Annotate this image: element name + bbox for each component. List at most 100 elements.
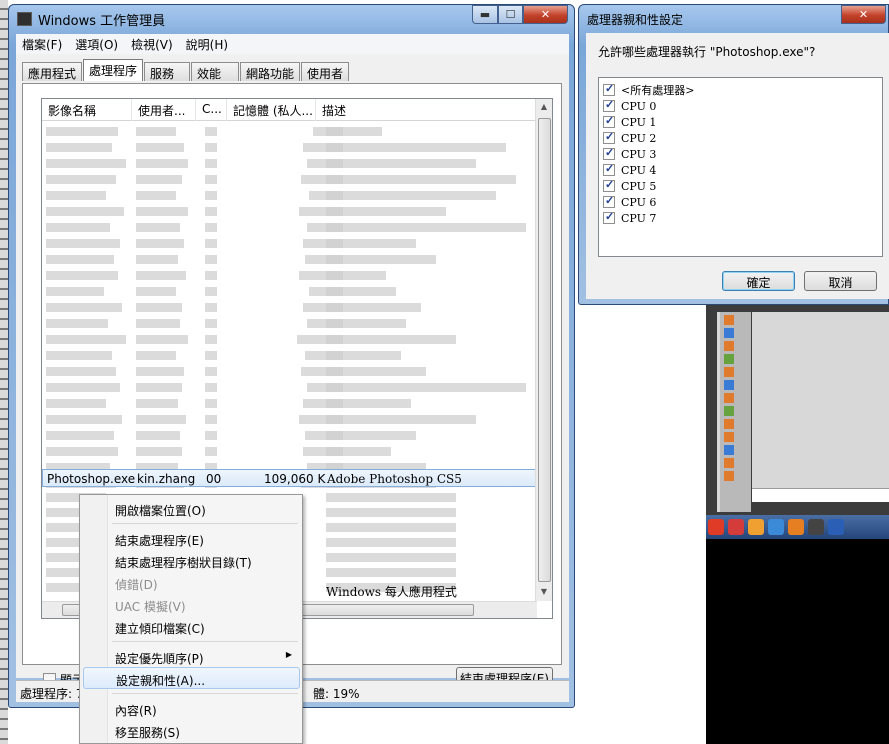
close-button[interactable]: ✕ xyxy=(523,5,568,24)
scroll-down-arrow-icon[interactable]: ▼ xyxy=(536,584,552,600)
checkbox-checked-icon[interactable] xyxy=(603,162,615,176)
menu-create-dump-file[interactable]: 建立傾印檔案(C) xyxy=(83,616,300,638)
table-row[interactable] xyxy=(42,443,537,459)
redacted-cell xyxy=(326,335,456,344)
checkbox-checked-icon[interactable] xyxy=(603,98,615,112)
table-row[interactable] xyxy=(42,411,537,427)
tab-performance[interactable]: 效能 xyxy=(191,62,240,81)
table-row[interactable] xyxy=(42,171,537,187)
redacted-cell xyxy=(326,447,391,456)
table-row[interactable] xyxy=(42,139,537,155)
table-row[interactable] xyxy=(42,235,537,251)
selected-description: Adobe Photoshop CS5 xyxy=(327,472,462,486)
menu-view[interactable]: 檢視(V) xyxy=(131,36,173,53)
table-row[interactable] xyxy=(42,331,537,347)
processor-item-cpu0[interactable]: CPU 0 xyxy=(603,98,878,114)
column-memory[interactable]: 記憶體 (私人... xyxy=(227,99,316,121)
table-row[interactable] xyxy=(42,379,537,395)
menu-end-process[interactable]: 結束處理程序(E) xyxy=(83,528,300,550)
affinity-close-button[interactable]: ✕ xyxy=(841,5,886,24)
menu-set-affinity[interactable]: 設定親和性(A)... xyxy=(83,667,300,689)
selected-process-row[interactable]: Photoshop.exe kin.zhang 00 109,060 K Ado… xyxy=(42,469,537,487)
maximize-button[interactable]: ☐ xyxy=(498,5,523,24)
checkbox-checked-icon[interactable] xyxy=(603,210,615,224)
redacted-cell xyxy=(205,191,217,200)
redacted-cell xyxy=(326,303,421,312)
tab-networking[interactable]: 網路功能 xyxy=(240,62,301,81)
table-row[interactable] xyxy=(42,203,537,219)
table-row[interactable] xyxy=(42,267,537,283)
redacted-cell xyxy=(46,351,112,360)
processor-item-cpu6[interactable]: CPU 6 xyxy=(603,194,878,210)
processor-item-cpu5[interactable]: CPU 5 xyxy=(603,178,878,194)
redacted-cell xyxy=(205,367,217,376)
table-row[interactable] xyxy=(42,363,537,379)
menu-help[interactable]: 說明(H) xyxy=(186,36,228,53)
menu-go-to-services[interactable]: 移至服務(S) xyxy=(83,720,300,742)
checkbox-checked-icon[interactable] xyxy=(603,130,615,144)
checkbox-checked-icon[interactable] xyxy=(603,178,615,192)
processor-item-cpu3[interactable]: CPU 3 xyxy=(603,146,878,162)
menu-options[interactable]: 選項(O) xyxy=(75,36,118,53)
status-process-count: 處理程序: 7: xyxy=(20,687,88,701)
tab-processes[interactable]: 處理程序 xyxy=(83,59,144,81)
tab-services[interactable]: 服務 xyxy=(144,62,191,81)
redacted-cell xyxy=(326,239,416,248)
processor-label: CPU 1 xyxy=(621,115,657,129)
processor-label: <所有處理器> xyxy=(621,84,695,97)
checkbox-checked-icon[interactable] xyxy=(603,194,615,208)
vertical-scroll-thumb[interactable] xyxy=(538,118,551,582)
status-memory: 體: 19% xyxy=(313,687,360,701)
affinity-controls: ✕ xyxy=(841,5,886,24)
ok-button[interactable]: 確定 xyxy=(722,271,795,291)
tab-applications[interactable]: 應用程式 xyxy=(22,62,83,81)
table-row[interactable] xyxy=(42,395,537,411)
column-cpu[interactable]: C... xyxy=(196,99,227,121)
table-row[interactable] xyxy=(42,123,537,139)
processor-item-cpu1[interactable]: CPU 1 xyxy=(603,114,878,130)
redacted-cell xyxy=(205,159,217,168)
processor-item-cpu4[interactable]: CPU 4 xyxy=(603,162,878,178)
table-row[interactable] xyxy=(42,347,537,363)
table-row[interactable] xyxy=(42,155,537,171)
menu-set-priority-label: 設定優先順序(P) xyxy=(115,652,204,666)
cancel-button[interactable]: 取消 xyxy=(804,271,877,291)
column-image-name[interactable]: 影像名稱 xyxy=(42,99,132,121)
vertical-scrollbar[interactable]: ▲ ▼ xyxy=(535,99,552,601)
table-row[interactable] xyxy=(42,283,537,299)
table-row[interactable] xyxy=(42,251,537,267)
minimize-button[interactable]: ▬ xyxy=(472,5,498,24)
table-row[interactable] xyxy=(42,219,537,235)
table-row[interactable] xyxy=(42,427,537,443)
redacted-cell xyxy=(136,207,188,216)
table-row[interactable] xyxy=(42,187,537,203)
redacted-cell xyxy=(326,159,476,168)
tab-strip: 應用程式 處理程序 服務 效能 網路功能 使用者 xyxy=(22,59,350,81)
processor-label: CPU 2 xyxy=(621,131,657,145)
column-description[interactable]: 描述 xyxy=(316,99,537,121)
menu-file[interactable]: 檔案(F) xyxy=(22,36,62,53)
checkbox-checked-icon[interactable] xyxy=(603,114,615,128)
redacted-cell xyxy=(326,175,516,184)
redacted-cell xyxy=(136,351,176,360)
redacted-cell xyxy=(205,175,217,184)
processor-item-cpu2[interactable]: CPU 2 xyxy=(603,130,878,146)
checkbox-checked-icon[interactable] xyxy=(603,146,615,160)
processor-list[interactable]: <所有處理器> CPU 0 CPU 1 CPU 2 CPU 3 CPU 4 CP… xyxy=(598,77,883,257)
processor-item-cpu7[interactable]: CPU 7 xyxy=(603,210,878,226)
processor-item-all[interactable]: <所有處理器> xyxy=(603,82,878,98)
column-user[interactable]: 使用者... xyxy=(132,99,196,121)
menu-end-process-tree[interactable]: 結束處理程序樹狀目錄(T) xyxy=(83,550,300,572)
menu-open-file-location[interactable]: 開啟檔案位置(O) xyxy=(83,498,300,520)
tab-users[interactable]: 使用者 xyxy=(301,62,350,81)
redacted-cell xyxy=(205,239,217,248)
redacted-cell xyxy=(136,239,184,248)
table-row[interactable] xyxy=(42,315,537,331)
redacted-cell xyxy=(205,351,217,360)
menu-set-priority[interactable]: 設定優先順序(P) ▶ xyxy=(83,646,300,668)
redacted-cell xyxy=(326,508,456,517)
menu-properties[interactable]: 內容(R) xyxy=(83,698,300,720)
scroll-up-arrow-icon[interactable]: ▲ xyxy=(536,99,552,115)
checkbox-checked-icon[interactable] xyxy=(603,82,615,96)
table-row[interactable] xyxy=(42,299,537,315)
